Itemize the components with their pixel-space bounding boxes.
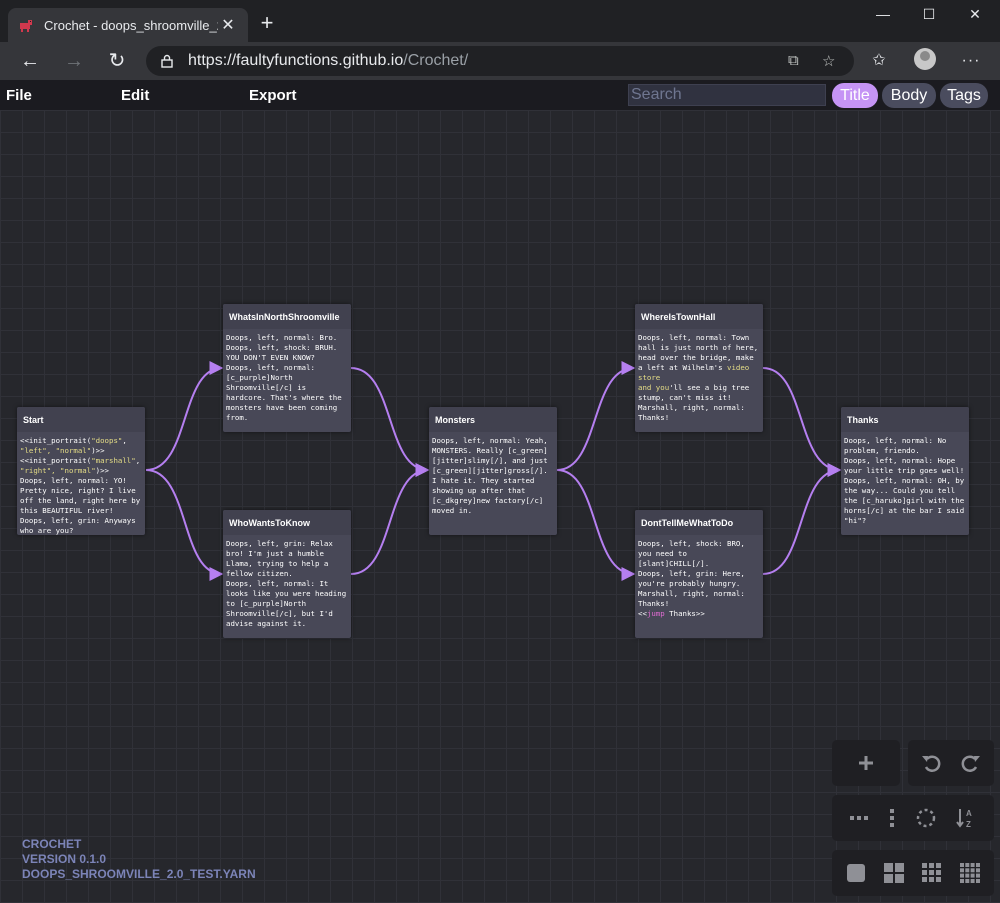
filter-tags-toggle[interactable]: Tags bbox=[940, 83, 988, 108]
node-who-wants-to-know[interactable]: WhoWantsToKnow Doops, left, grin: Relax … bbox=[223, 510, 351, 638]
node-title: WhoWantsToKnow bbox=[223, 510, 351, 535]
arrange-toolbar: AZ bbox=[832, 795, 994, 841]
body-text: )>> bbox=[95, 466, 110, 475]
grid-1-icon[interactable] bbox=[846, 863, 866, 883]
node-title: WhatsInNorthShroomville bbox=[223, 304, 351, 329]
body-string: "right", "normal" bbox=[20, 466, 96, 475]
export-menu[interactable]: Export bbox=[249, 87, 297, 104]
lock-icon bbox=[161, 54, 173, 68]
reload-icon[interactable]: ↻ bbox=[105, 50, 129, 72]
redo-icon[interactable] bbox=[959, 753, 981, 773]
node-body: Doops, left, normal: Yeah, MONSTERS. Rea… bbox=[432, 436, 553, 515]
undo-redo-group bbox=[908, 740, 994, 786]
browser-toolbar: ← → ↻ https://faultyfunctions.github.io /… bbox=[0, 42, 1000, 80]
arrange-circle-icon[interactable] bbox=[916, 808, 936, 828]
body-text: Doops, left, normal: YO! Pretty nice, ri… bbox=[20, 476, 141, 535]
node-start[interactable]: Start <<init_portrait("doops", "left", "… bbox=[17, 407, 145, 535]
grid-3-icon[interactable] bbox=[922, 863, 942, 883]
node-monsters[interactable]: Monsters Doops, left, normal: Yeah, MONS… bbox=[429, 407, 557, 535]
back-arrow-icon[interactable]: ← bbox=[18, 50, 42, 72]
filter-title-toggle[interactable]: Title bbox=[832, 83, 878, 108]
forward-arrow-icon[interactable]: → bbox=[62, 50, 86, 72]
body-string: "marshall" bbox=[91, 456, 136, 465]
filter-body-toggle[interactable]: Body bbox=[882, 83, 936, 108]
align-horizontal-icon[interactable] bbox=[850, 814, 868, 822]
undo-icon[interactable] bbox=[921, 753, 943, 773]
node-body: Doops, left, normal: Bro. Doops, left, s… bbox=[226, 333, 342, 422]
align-vertical-icon[interactable] bbox=[888, 809, 896, 827]
body-text: , bbox=[122, 436, 127, 445]
body-text: , bbox=[135, 456, 141, 465]
open-in-app-icon[interactable]: ⧉ bbox=[788, 52, 799, 69]
body-text: Thanks>> bbox=[664, 609, 705, 618]
address-bar[interactable]: https://faultyfunctions.github.io/Croche… bbox=[146, 46, 854, 76]
node-where-is-town-hall[interactable]: WhereIsTownHall Doops, left, normal: Tow… bbox=[635, 304, 763, 432]
node-title: Start bbox=[17, 407, 145, 432]
grid-4-icon[interactable] bbox=[960, 863, 980, 883]
url-path: /Crochet/ bbox=[403, 52, 469, 69]
body-string: "doops" bbox=[91, 436, 123, 445]
browser-tab-strip: Crochet - doops_shroomville_2.0 ✕ + — ☐ … bbox=[0, 0, 1000, 42]
minimize-icon[interactable]: — bbox=[860, 6, 906, 26]
node-dont-tell-me-what-to-do[interactable]: DontTellMeWhatToDo Doops, left, shock: B… bbox=[635, 510, 763, 638]
version-label: VERSION 0.1.0 bbox=[22, 852, 107, 866]
close-tab-icon[interactable]: ✕ bbox=[218, 15, 238, 35]
app-name-label: CROCHET bbox=[22, 837, 82, 851]
file-menu[interactable]: File bbox=[6, 87, 32, 104]
window-close-icon[interactable]: ✕ bbox=[952, 6, 998, 26]
body-string: "left", "normal" bbox=[20, 446, 92, 455]
body-text: <<init_portrait( bbox=[20, 436, 92, 445]
svg-text:A: A bbox=[966, 809, 972, 818]
maximize-icon[interactable]: ☐ bbox=[906, 6, 952, 26]
llama-favicon-icon bbox=[20, 20, 32, 32]
node-title: Thanks bbox=[841, 407, 969, 432]
profile-avatar[interactable] bbox=[914, 48, 936, 70]
tab-title: Crochet - doops_shroomville_2.0 bbox=[44, 17, 218, 33]
favorites-icon[interactable]: ✩ bbox=[868, 50, 890, 72]
add-node-button[interactable] bbox=[832, 740, 900, 786]
svg-text:Z: Z bbox=[966, 820, 971, 829]
more-menu-icon[interactable]: ··· bbox=[960, 50, 982, 72]
node-body: <<init_portrait("doops", "left", "normal… bbox=[17, 432, 145, 535]
sort-alpha-icon[interactable]: AZ bbox=[956, 807, 976, 829]
browser-tab[interactable]: Crochet - doops_shroomville_2.0 ✕ bbox=[8, 8, 248, 42]
node-title: WhereIsTownHall bbox=[635, 304, 763, 329]
node-title: Monsters bbox=[429, 407, 557, 432]
app-root: Crochet - doops_shroomville_2.0 ✕ + — ☐ … bbox=[0, 0, 1000, 903]
node-body: Doops, left, normal: No problem, friendo… bbox=[844, 436, 965, 525]
url-host: https://faultyfunctions.github.io bbox=[188, 52, 404, 69]
node-body: Doops, left, shock: BRO, you need to [sl… bbox=[635, 535, 763, 638]
node-thanks[interactable]: Thanks Doops, left, normal: No problem, … bbox=[841, 407, 969, 535]
node-whats-in-north-shroomville[interactable]: WhatsInNorthShroomville Doops, left, nor… bbox=[223, 304, 351, 432]
node-body: Doops, left, grin: Relax bro! I'm just a… bbox=[226, 539, 347, 628]
node-title: DontTellMeWhatToDo bbox=[635, 510, 763, 535]
file-name-label: DOOPS_SHROOMVILLE_2.0_TEST.YARN bbox=[22, 867, 256, 881]
body-text: Doops, left, shock: BRO, you need to [sl… bbox=[638, 539, 745, 618]
grid-2-icon[interactable] bbox=[884, 863, 904, 883]
grid-layout-toolbar bbox=[832, 850, 994, 896]
new-tab-button[interactable]: + bbox=[256, 12, 278, 34]
add-icon bbox=[859, 756, 873, 770]
add-favorite-icon[interactable]: ☆ bbox=[822, 52, 835, 70]
body-text: )>> bbox=[91, 446, 105, 455]
edit-menu[interactable]: Edit bbox=[121, 87, 149, 104]
search-input[interactable] bbox=[628, 84, 826, 106]
node-body: Doops, left, normal: Town hall is just n… bbox=[635, 329, 763, 432]
body-text: <<init_portrait( bbox=[20, 456, 92, 465]
body-keyword: jump bbox=[646, 609, 665, 618]
